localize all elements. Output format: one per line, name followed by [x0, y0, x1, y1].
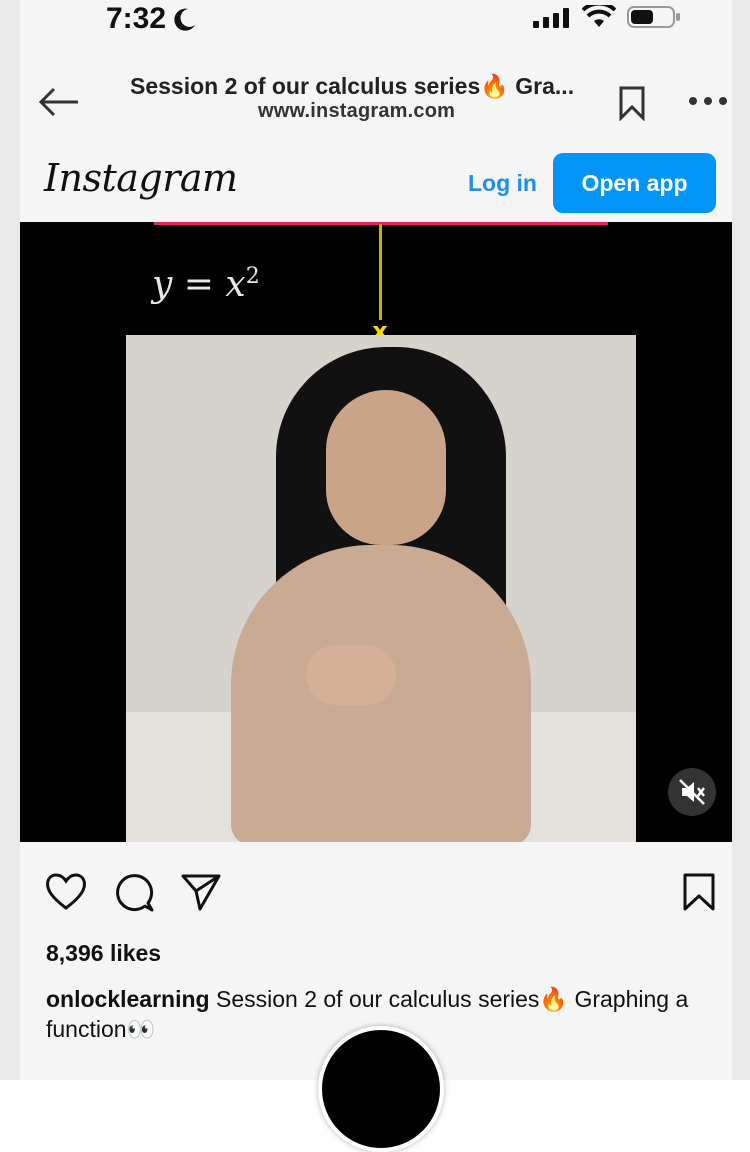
page-url: www.instagram.com [258, 100, 456, 122]
formula-text: y = x2 [152, 264, 260, 305]
status-time: 7:32 [106, 2, 167, 35]
mute-icon [679, 779, 705, 805]
formula-base: y = x [152, 264, 246, 305]
person-hand-shape [306, 645, 396, 705]
cellular-signal-icon [533, 8, 569, 28]
page-title: Session 2 of our calculus series🔥 Gra... [130, 73, 575, 99]
login-link[interactable]: Log in [468, 170, 537, 197]
open-app-button[interactable]: Open app [553, 153, 716, 213]
background-page-left [0, 0, 20, 1080]
caption-username[interactable]: onlocklearning [46, 986, 210, 1012]
battery-icon [627, 6, 680, 28]
graph-marker-line [379, 224, 382, 320]
comment-icon[interactable] [112, 870, 156, 914]
wifi-icon [582, 5, 616, 27]
moon-icon [174, 8, 195, 31]
status-bar: 7:32 [0, 0, 750, 40]
formula-exponent: 2 [245, 264, 260, 289]
person-face-shape [326, 390, 446, 545]
video-frame [126, 335, 636, 842]
mute-button[interactable] [668, 768, 716, 816]
instagram-logo[interactable]: Instagram [44, 156, 238, 200]
bookmark-icon[interactable] [618, 85, 646, 121]
likes-count[interactable]: 8,396 likes [46, 940, 161, 967]
avatar[interactable] [318, 1026, 444, 1152]
more-icon[interactable] [688, 95, 728, 107]
save-icon[interactable] [682, 872, 716, 912]
background-page-right [732, 0, 750, 1080]
heart-icon[interactable] [44, 870, 88, 912]
share-icon[interactable] [180, 872, 222, 912]
post-video[interactable]: y = x2 x [20, 222, 732, 842]
back-arrow-icon[interactable] [38, 86, 80, 118]
